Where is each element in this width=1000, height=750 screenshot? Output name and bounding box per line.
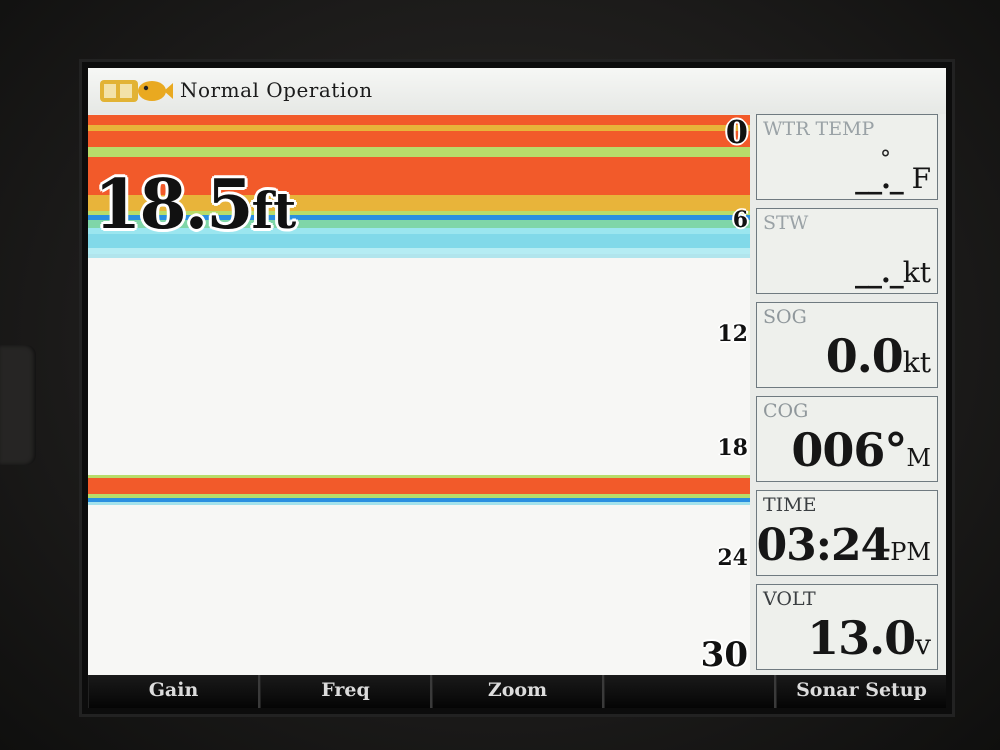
- sonar-setup-softkey[interactable]: Sonar Setup: [776, 675, 946, 708]
- status-text: Normal Operation: [180, 78, 373, 102]
- water-temp-value: __._: [855, 162, 904, 195]
- field-label: COG: [763, 400, 809, 422]
- field-value: 006°M: [791, 423, 931, 477]
- field-value: __._kt: [855, 256, 931, 289]
- bottom-return-faint: [88, 502, 750, 505]
- field-label: VOLT: [763, 588, 816, 610]
- cog-unit: M: [906, 444, 931, 472]
- scale-label-18: 18: [717, 435, 748, 461]
- scale-label-12: 12: [717, 321, 748, 347]
- field-value: 03:24PM: [757, 520, 931, 571]
- water-temp-field[interactable]: WTR TEMP ° __._ F: [756, 114, 938, 200]
- blank-softkey[interactable]: [604, 675, 776, 708]
- sog-unit: kt: [902, 346, 931, 379]
- volt-value: 13.0: [807, 611, 916, 665]
- field-label: SOG: [763, 306, 807, 328]
- sonar-view: 18.5ft 0 6 12 18 24 30 50k: [88, 113, 750, 708]
- field-value: 13.0v: [807, 611, 931, 665]
- display-screen: Normal Operation 18.5ft 0 6 12 18 24 30 …: [88, 68, 946, 708]
- depth-unit: ft: [251, 181, 297, 240]
- time-field[interactable]: TIME 03:24PM: [756, 490, 938, 576]
- cog-value: 006°: [791, 423, 907, 477]
- mount-clip: [0, 345, 36, 465]
- surface-return: [88, 131, 750, 147]
- surface-return-stripe: [88, 147, 750, 157]
- field-label: STW: [763, 212, 809, 234]
- sog-value: 0.0: [825, 329, 904, 383]
- scale-label-24: 24: [717, 545, 748, 571]
- zoom-softkey[interactable]: Zoom: [432, 675, 604, 708]
- depth-value: 18.5: [94, 165, 254, 245]
- gain-softkey[interactable]: Gain: [88, 675, 260, 708]
- scale-label-6: 6: [732, 207, 748, 233]
- stw-value: __._: [855, 256, 904, 289]
- cog-field[interactable]: COG 006°M: [756, 396, 938, 482]
- surface-return: [88, 115, 750, 125]
- status-bar: Normal Operation: [88, 68, 946, 114]
- field-value: __._ F: [855, 162, 931, 195]
- stw-field[interactable]: STW __._kt: [756, 208, 938, 294]
- stw-unit: kt: [902, 256, 931, 289]
- time-value: 03:24: [756, 520, 892, 571]
- scale-label-0: 0: [725, 113, 748, 151]
- fish-icon: [100, 80, 173, 102]
- depth-readout: 18.5ft: [94, 165, 296, 245]
- field-label: TIME: [763, 494, 817, 516]
- field-label: WTR TEMP: [763, 118, 875, 140]
- surface-return-faint: [88, 254, 750, 258]
- water-temp-unit: F: [911, 162, 931, 195]
- freq-softkey[interactable]: Freq: [260, 675, 432, 708]
- volt-unit: v: [915, 628, 931, 661]
- scale-label-30: 30: [700, 635, 748, 675]
- field-value: 0.0kt: [826, 329, 931, 383]
- time-unit: PM: [890, 538, 931, 566]
- softkey-bar: Gain Freq Zoom Sonar Setup: [88, 675, 946, 708]
- volt-field[interactable]: VOLT 13.0v: [756, 584, 938, 670]
- sog-field[interactable]: SOG 0.0kt: [756, 302, 938, 388]
- bottom-return: [88, 478, 750, 494]
